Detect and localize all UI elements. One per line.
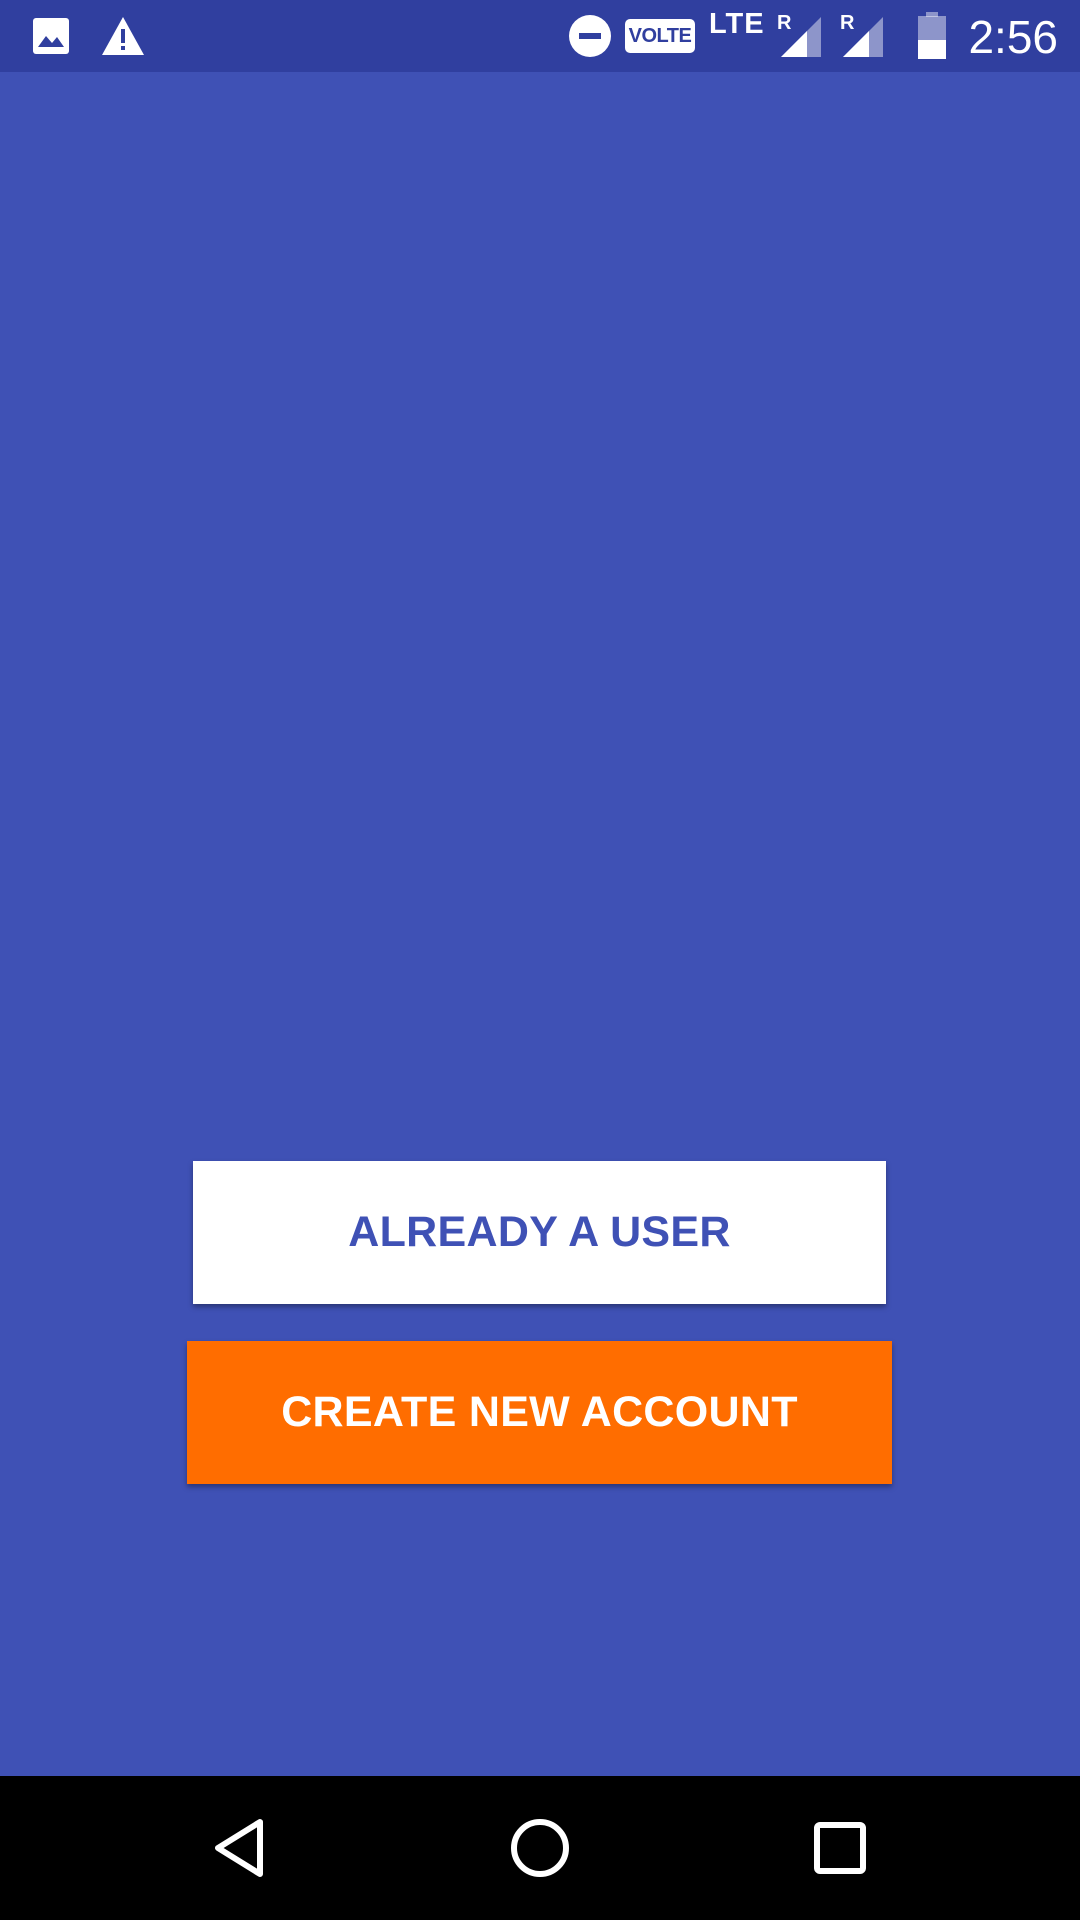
signal-roaming-icon xyxy=(838,0,886,72)
signal-roaming-icon xyxy=(776,0,824,72)
recents-icon[interactable] xyxy=(790,1798,890,1898)
status-bar-clock: 2:56 xyxy=(968,11,1058,63)
home-icon[interactable] xyxy=(490,1798,590,1898)
already-a-user-button[interactable]: ALREADY A USER xyxy=(193,1161,886,1304)
screen: VOLTE LTE R R 2:56 ALREADY A USER CREATE… xyxy=(0,0,1080,1920)
image-icon xyxy=(28,0,74,72)
back-icon[interactable] xyxy=(190,1798,290,1898)
do-not-disturb-icon xyxy=(566,0,614,72)
warning-icon xyxy=(98,0,148,72)
network-type-label: LTE xyxy=(709,8,765,40)
battery-icon xyxy=(915,0,949,72)
create-new-account-button[interactable]: CREATE NEW ACCOUNT xyxy=(187,1341,892,1484)
navigation-bar xyxy=(0,1776,1080,1920)
volte-icon: VOLTE xyxy=(625,19,695,53)
status-bar: VOLTE LTE R R 2:56 xyxy=(0,0,1080,72)
main-content: ALREADY A USER CREATE NEW ACCOUNT xyxy=(0,72,1080,1776)
